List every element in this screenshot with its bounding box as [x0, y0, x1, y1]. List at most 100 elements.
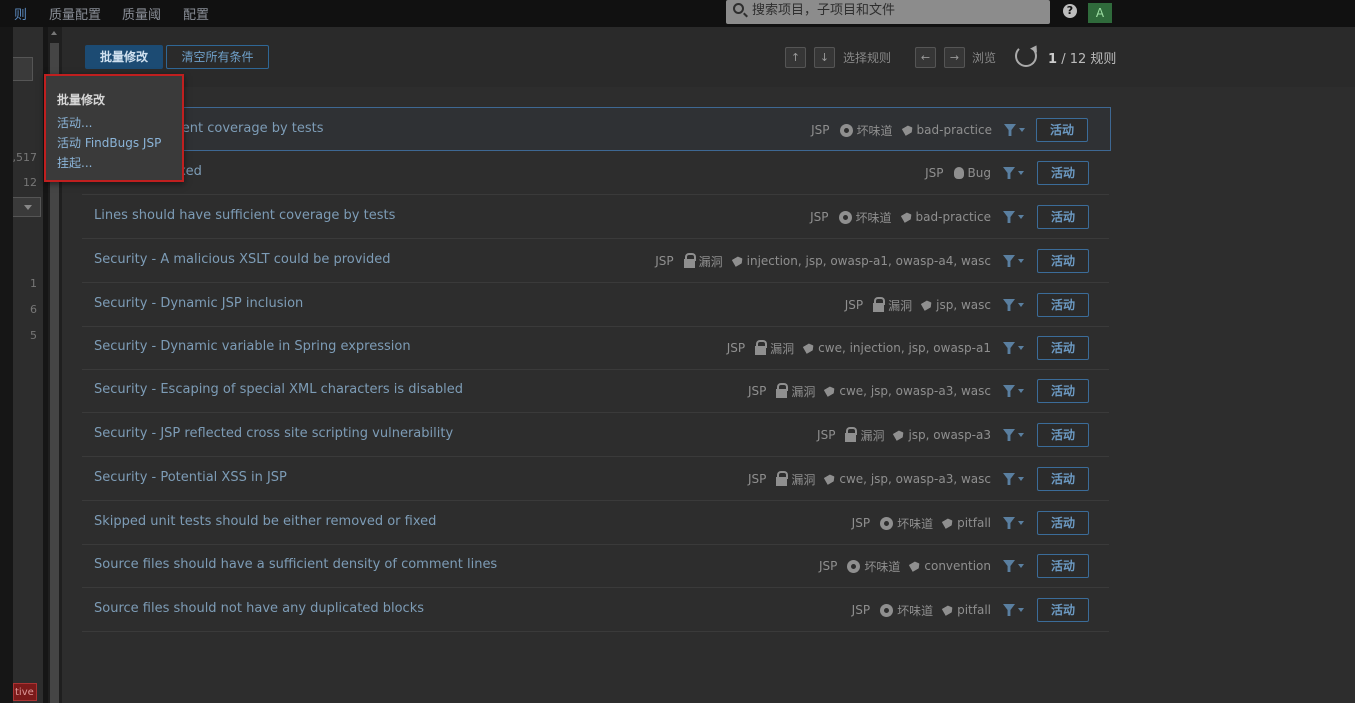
rule-type-label: 坏味道 [855, 210, 892, 225]
filter-similar-icon[interactable] [1003, 385, 1024, 397]
nav-item-administration[interactable]: 配置 [183, 4, 209, 23]
rule-meta: JSP 坏味道 pitfall [852, 600, 1024, 620]
nav-item-quality-gates[interactable]: 质量阈 [122, 4, 161, 23]
rule-row[interactable]: Security - Potential XSS in JSP JSP 漏洞 cwe,… [82, 457, 1109, 501]
tag-icon [731, 255, 744, 267]
rule-title-link[interactable]: Source files should have a sufficient de… [94, 557, 497, 572]
rule-row[interactable]: Source files should have a sufficient de… [82, 544, 1109, 588]
clear-all-filters-button[interactable]: 清空所有条件 [166, 45, 269, 69]
rule-title-link[interactable]: Security - Dynamic variable in Spring ex… [94, 339, 411, 354]
rule-row[interactable]: Skipped unit tests should be either remo… [82, 501, 1109, 545]
rule-row[interactable]: d have sufficient coverage by tests JSP 坏味… [82, 107, 1111, 151]
active-badge[interactable]: tive [13, 683, 37, 701]
rule-title-link[interactable]: Security - Dynamic JSP inclusion [94, 296, 303, 311]
rule-type: 漏洞 [776, 470, 815, 488]
filter-similar-icon[interactable] [1003, 299, 1024, 311]
rule-title-link[interactable]: Source files should not have any duplica… [94, 601, 424, 616]
activate-rule-button[interactable]: 活动 [1037, 161, 1089, 185]
facet-count[interactable]: ,517 [13, 151, 38, 164]
scroll-up-icon[interactable] [51, 31, 57, 35]
filter-similar-icon[interactable] [1003, 211, 1024, 223]
rule-row[interactable]: Security - Dynamic variable in Spring ex… [82, 326, 1109, 370]
avatar[interactable]: A [1088, 3, 1112, 23]
facet-search-input[interactable] [13, 57, 33, 81]
facet-select[interactable] [13, 197, 41, 217]
global-search-input[interactable]: 搜索项目，子项目和文件 [726, 0, 1050, 24]
tag-icon [900, 211, 913, 223]
activate-rule-button[interactable]: 活动 [1037, 511, 1089, 535]
activate-rule-button[interactable]: 活动 [1037, 554, 1089, 578]
rule-type-label: 坏味道 [856, 123, 893, 138]
rule-tags: cwe, injection, jsp, owasp-a1 [804, 341, 991, 355]
rule-meta: JSP 坏味道 bad-practice [810, 207, 1024, 227]
filter-similar-icon[interactable] [1004, 124, 1025, 136]
rule-row[interactable]: Security - JSP reflected cross site scri… [82, 413, 1109, 457]
rule-type-label: 漏洞 [698, 254, 723, 269]
dropdown-item-deactivate[interactable]: 挂起... [57, 154, 92, 171]
facet-count[interactable]: 12 [23, 176, 37, 189]
activate-rule-button[interactable]: 活动 [1037, 249, 1089, 273]
search-icon [733, 3, 744, 14]
rule-row[interactable]: Source files should not have any duplica… [82, 588, 1109, 632]
rule-title-link[interactable]: Lines should have sufficient coverage by… [94, 208, 395, 223]
activate-rule-button[interactable]: 活动 [1037, 205, 1089, 229]
facet-count[interactable]: 1 [30, 277, 37, 290]
funnel-icon [1004, 124, 1016, 136]
facet-count[interactable]: 5 [30, 329, 37, 342]
activate-rule-button[interactable]: 活动 [1037, 467, 1089, 491]
activate-rule-button[interactable]: 活动 [1037, 423, 1089, 447]
rule-meta: JSP 漏洞 injection, jsp, owasp-a1, owasp-a4,… [655, 251, 1024, 271]
chevron-down-icon [1018, 477, 1024, 481]
filter-similar-icon[interactable] [1003, 255, 1024, 267]
filter-similar-icon[interactable] [1003, 167, 1024, 179]
activate-rule-button[interactable]: 活动 [1037, 598, 1089, 622]
activate-rule-button[interactable]: 活动 [1037, 336, 1089, 360]
rule-row[interactable]: Lines should have sufficient coverage by… [82, 195, 1109, 239]
funnel-icon [1003, 473, 1015, 485]
rule-title-link[interactable]: Security - Potential XSS in JSP [94, 470, 287, 485]
filter-similar-icon[interactable] [1003, 517, 1024, 529]
rule-tags: pitfall [943, 516, 991, 530]
rule-row[interactable]: Security - Escaping of special XML chara… [82, 369, 1109, 413]
top-navbar: 则 质量配置 质量阈 配置 搜索项目，子项目和文件 ? A [0, 0, 1355, 27]
rule-title-link[interactable]: Security - Escaping of special XML chara… [94, 382, 463, 397]
filter-similar-icon[interactable] [1003, 560, 1024, 572]
bulk-change-button[interactable]: 批量修改 [85, 45, 163, 69]
activate-rule-button[interactable]: 活动 [1036, 118, 1088, 142]
dropdown-item-activate-findbugs-jsp[interactable]: 活动 FindBugs JSP [57, 134, 161, 151]
activate-rule-button[interactable]: 活动 [1037, 293, 1089, 317]
rule-title-link[interactable]: Skipped unit tests should be either remo… [94, 514, 436, 529]
filter-similar-icon[interactable] [1003, 473, 1024, 485]
help-icon[interactable]: ? [1063, 4, 1077, 18]
rule-language: JSP [844, 298, 864, 312]
rule-language: JSP [726, 341, 746, 355]
rule-title-link[interactable]: Security - A malicious XSLT could be pro… [94, 252, 391, 267]
filter-similar-icon[interactable] [1003, 429, 1024, 441]
rule-row[interactable]: : should be fixedJSPBug活动 [82, 151, 1109, 195]
rule-row[interactable]: Security - Dynamic JSP inclusion JSP 漏洞 jsp… [82, 283, 1109, 327]
rule-language: JSP [851, 516, 871, 530]
chevron-down-icon [1018, 433, 1024, 437]
rule-tags-label: convention [924, 559, 991, 573]
rule-tags: jsp, wasc [922, 298, 991, 312]
reload-icon[interactable] [1015, 45, 1037, 67]
rule-title-link[interactable]: Security - JSP reflected cross site scri… [94, 426, 453, 441]
search-placeholder: 搜索项目，子项目和文件 [752, 3, 896, 18]
rule-tags-label: cwe, jsp, owasp-a3, wasc [839, 384, 991, 398]
tag-icon [824, 473, 837, 485]
rule-row[interactable]: Security - A malicious XSLT could be pro… [82, 239, 1109, 283]
dropdown-item-activate[interactable]: 活动... [57, 114, 92, 131]
chevron-down-icon [1018, 564, 1024, 568]
lock-icon [755, 339, 768, 355]
rule-type-label: 漏洞 [888, 298, 913, 313]
nav-item-rules[interactable]: 则 [14, 4, 27, 23]
filter-similar-icon[interactable] [1003, 604, 1024, 616]
facet-count[interactable]: 6 [30, 303, 37, 316]
activate-rule-button[interactable]: 活动 [1037, 379, 1089, 403]
funnel-icon [1003, 342, 1015, 354]
dropdown-header: 批量修改 [57, 93, 106, 107]
filter-similar-icon[interactable] [1003, 342, 1024, 354]
rule-language: JSP [811, 123, 830, 137]
code-smell-icon [847, 559, 861, 573]
nav-item-quality-profiles[interactable]: 质量配置 [49, 4, 101, 23]
